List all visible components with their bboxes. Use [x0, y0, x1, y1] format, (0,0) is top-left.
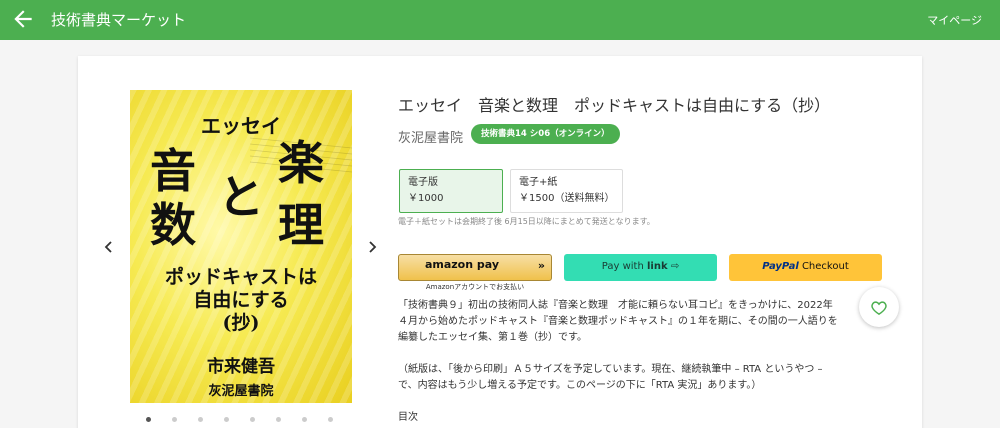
cover-char-2: 楽	[278, 136, 324, 190]
cover-author: 市来健吾	[207, 357, 275, 377]
description-paragraph: 「技術書典９」初出の技術同人誌『音楽と数理 才能に頼らない耳コピ』をきっかけに、…	[398, 300, 838, 343]
link-pay-prefix: Pay with	[601, 261, 644, 272]
double-chevron-right-icon: »	[537, 259, 545, 272]
amazon-pay-label: amazon pay	[424, 258, 500, 271]
format-name: 電子+紙	[519, 177, 558, 188]
carousel-dot[interactable]	[250, 417, 255, 422]
link-pay-button[interactable]: Pay with link ⇨	[564, 254, 717, 281]
heart-outline-icon	[871, 301, 887, 315]
carousel-next-button[interactable]	[363, 237, 381, 257]
cover-publisher: 灰泥屋書院	[208, 384, 274, 399]
carousel-dot[interactable]	[276, 417, 281, 422]
carousel-dot[interactable]	[328, 417, 333, 422]
app-title[interactable]: 技術書典マーケット	[51, 9, 186, 30]
arrow-left-icon	[14, 10, 32, 28]
carousel-prev-button[interactable]	[100, 237, 118, 257]
carousel-dot[interactable]	[224, 417, 229, 422]
cover-podcast-line-1: ポッドキャストは	[164, 266, 317, 288]
paypal-checkout-button[interactable]: PayPal Checkout	[729, 254, 882, 281]
cover-char-3: と	[218, 170, 264, 224]
amazon-pay-button[interactable]: amazon pay »	[398, 254, 552, 281]
product-title: エッセイ 音楽と数理 ポッドキャストは自由にする（抄）	[398, 96, 831, 115]
format-note: 電子＋紙セットは会期終了後 6月15日以降にまとめて発送となります。	[398, 217, 655, 226]
top-app-bar: 技術書典マーケット マイページ	[0, 0, 1000, 40]
arrow-right-icon: ⇨	[670, 261, 680, 272]
chevron-left-icon	[104, 241, 112, 253]
cover-podcast-line-3: (抄)	[222, 312, 260, 334]
chevron-right-icon	[369, 241, 377, 253]
format-option-digital[interactable]: 電子版 ￥1000	[399, 169, 503, 213]
description-paragraph: （紙版は、「後から印刷」Ａ５サイズを予定しています。現在、継続執筆中 – RTA…	[398, 364, 823, 391]
favorite-button[interactable]	[859, 287, 899, 327]
amazon-pay-note: Amazonアカウントでお支払い	[425, 283, 525, 291]
mypage-link[interactable]: マイページ	[927, 12, 982, 28]
product-description: 「技術書典９」初出の技術同人誌『音楽と数理 才能に頼らない耳コピ』をきっかけに、…	[398, 298, 838, 426]
format-price: ￥1000	[408, 193, 444, 204]
cover-podcast-line-2: 自由にする	[193, 289, 289, 311]
carousel-dots	[140, 415, 340, 425]
link-brand: link	[647, 261, 668, 272]
cover-char-4: 数	[150, 198, 196, 252]
cover-char-5: 理	[278, 198, 324, 252]
format-price: ￥1500（送料無料）	[519, 193, 615, 204]
paypal-logo: PayPal	[762, 261, 799, 272]
cover-podcast-title: ポッドキャストは 自由にする (抄)	[130, 266, 352, 335]
format-option-digital-print[interactable]: 電子+紙 ￥1500（送料無料）	[510, 169, 623, 213]
book-cover-image: エッセイ 音 楽 と 数 理 ポッドキャストは 自由にする (抄) 市来健吾 灰…	[130, 90, 352, 403]
event-badge[interactable]: 技術書典14 シ06（オンライン）	[471, 124, 620, 144]
link-pay-label: Pay with link ⇨	[564, 261, 717, 272]
publisher-name[interactable]: 灰泥屋書院	[398, 127, 463, 146]
carousel-dot[interactable]	[198, 417, 203, 422]
table-of-contents-heading: 目次	[398, 412, 418, 423]
cover-char-1: 音	[150, 144, 196, 198]
carousel-dot[interactable]	[172, 417, 177, 422]
paypal-checkout-label: PayPal Checkout	[729, 261, 882, 272]
back-button[interactable]	[10, 6, 36, 32]
paypal-checkout-text: Checkout	[801, 261, 849, 272]
format-name: 電子版	[408, 177, 438, 188]
carousel-dot[interactable]	[146, 417, 151, 422]
carousel-dot[interactable]	[302, 417, 307, 422]
cover-subtitle: エッセイ	[201, 114, 281, 138]
